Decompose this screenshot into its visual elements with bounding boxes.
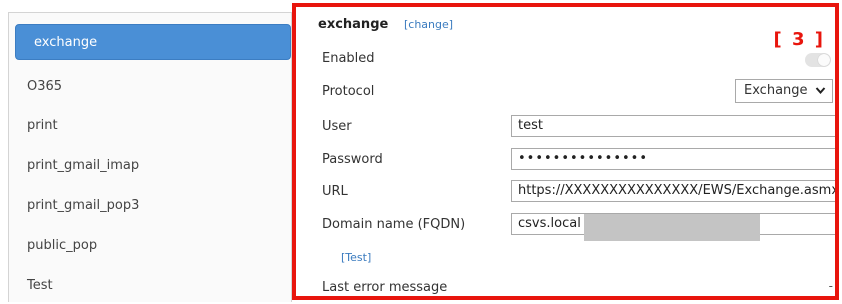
- chevron-down-icon: [815, 80, 826, 110]
- url-label: URL: [322, 184, 348, 199]
- user-input[interactable]: test: [511, 115, 835, 137]
- last-error-value: -: [828, 279, 833, 293]
- step-annotation: [ 3 ]: [773, 29, 825, 50]
- change-link[interactable]: [change]: [404, 18, 453, 31]
- sidebar-item-public-pop[interactable]: public_pop: [9, 228, 292, 264]
- protocol-value: Exchange: [744, 83, 808, 98]
- password-input[interactable]: •••••••••••••••: [511, 148, 835, 170]
- account-settings-panel: exchange [change] [ 3 ] Enabled Protocol…: [292, 3, 839, 300]
- sidebar-item-exchange[interactable]: exchange: [15, 24, 291, 60]
- toggle-knob: [818, 54, 830, 66]
- redaction-block: [584, 214, 760, 241]
- sidebar-item-print-gmail-imap[interactable]: print_gmail_imap: [9, 148, 292, 184]
- user-label: User: [322, 119, 352, 134]
- sidebar-item-print[interactable]: print: [9, 108, 292, 144]
- last-error-label: Last error message: [322, 280, 448, 295]
- sidebar-item-test[interactable]: Test: [9, 268, 292, 304]
- domain-label: Domain name (FQDN): [322, 217, 466, 232]
- sidebar-item-print-gmail-pop3[interactable]: print_gmail_pop3: [9, 188, 292, 224]
- url-input[interactable]: https://XXXXXXXXXXXXXXX/EWS/Exchange.asm…: [511, 180, 835, 202]
- password-label: Password: [322, 152, 383, 167]
- protocol-select[interactable]: Exchange: [735, 79, 833, 103]
- test-link[interactable]: [Test]: [341, 251, 371, 264]
- account-sidebar: exchange O365 print print_gmail_imap pri…: [8, 12, 292, 302]
- enabled-label: Enabled: [322, 51, 375, 66]
- sidebar-item-o365[interactable]: O365: [9, 69, 292, 105]
- protocol-label: Protocol: [322, 84, 375, 99]
- enabled-toggle[interactable]: [805, 53, 831, 67]
- panel-title: exchange: [318, 17, 389, 32]
